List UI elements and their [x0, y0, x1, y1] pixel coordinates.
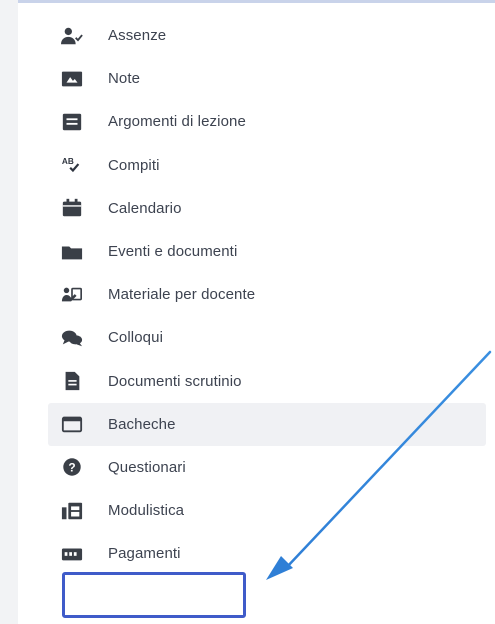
sidebar-item-calendario[interactable]: Calendario — [56, 187, 486, 230]
sidebar-item-label: Documenti scrutinio — [108, 372, 242, 390]
sidebar-item-assenze[interactable]: Assenze — [56, 14, 486, 57]
document-icon — [56, 368, 88, 394]
top-border — [0, 0, 495, 3]
payment-card-icon — [56, 541, 88, 567]
sidebar-item-label: Calendario — [108, 199, 182, 217]
question-circle-icon: ? — [56, 454, 88, 480]
ab-check-icon: AB — [56, 152, 88, 178]
sidebar-item-modulistica[interactable]: Modulistica — [56, 489, 486, 532]
sidebar-item-materiale[interactable]: Materiale per docente — [56, 273, 486, 316]
sidebar-item-colloqui[interactable]: Colloqui — [56, 316, 486, 359]
sidebar-item-label: Questionari — [108, 458, 186, 476]
forms-icon — [56, 498, 88, 524]
sidebar-item-argomenti[interactable]: Argomenti di lezione — [56, 100, 486, 143]
svg-text:?: ? — [68, 461, 75, 475]
chat-bubbles-icon — [56, 325, 88, 351]
sidebar-item-label: Compiti — [108, 156, 160, 174]
folder-icon — [56, 239, 88, 265]
sidebar-item-label: Note — [108, 70, 141, 88]
sidebar-item-documenti-scrutinio[interactable]: Documenti scrutinio — [56, 360, 486, 403]
highlight-box — [62, 572, 246, 618]
sidebar-item-label: Argomenti di lezione — [108, 113, 246, 131]
sidebar-item-compiti[interactable]: AB Compiti — [56, 144, 486, 187]
sidebar-menu: Assenze Note Argomenti di lezione AB Com… — [48, 14, 486, 575]
sidebar-item-label: Assenze — [108, 27, 167, 45]
sidebar-item-label: Materiale per docente — [108, 286, 256, 304]
teacher-material-icon — [56, 282, 88, 308]
sidebar-item-label: Eventi e documenti — [108, 243, 238, 261]
sidebar-item-label: Colloqui — [108, 329, 163, 347]
sidebar-item-note[interactable]: Note — [56, 57, 486, 100]
svg-text:AB: AB — [62, 157, 74, 166]
lesson-board-icon — [56, 109, 88, 135]
note-icon — [56, 66, 88, 92]
calendar-icon — [56, 195, 88, 221]
sidebar-item-label: Bacheche — [108, 415, 176, 433]
sidebar-item-bacheche[interactable]: Bacheche — [48, 402, 486, 446]
board-icon — [56, 411, 88, 437]
sidebar-item-pagamenti[interactable]: Pagamenti — [56, 532, 486, 575]
sidebar-item-label: Modulistica — [108, 502, 185, 520]
sidebar-item-eventi[interactable]: Eventi e documenti — [56, 230, 486, 273]
sidebar-edge — [0, 0, 18, 624]
sidebar-item-questionari[interactable]: ? Questionari — [56, 446, 486, 489]
user-check-icon — [56, 23, 88, 49]
sidebar-item-label: Pagamenti — [108, 545, 181, 563]
